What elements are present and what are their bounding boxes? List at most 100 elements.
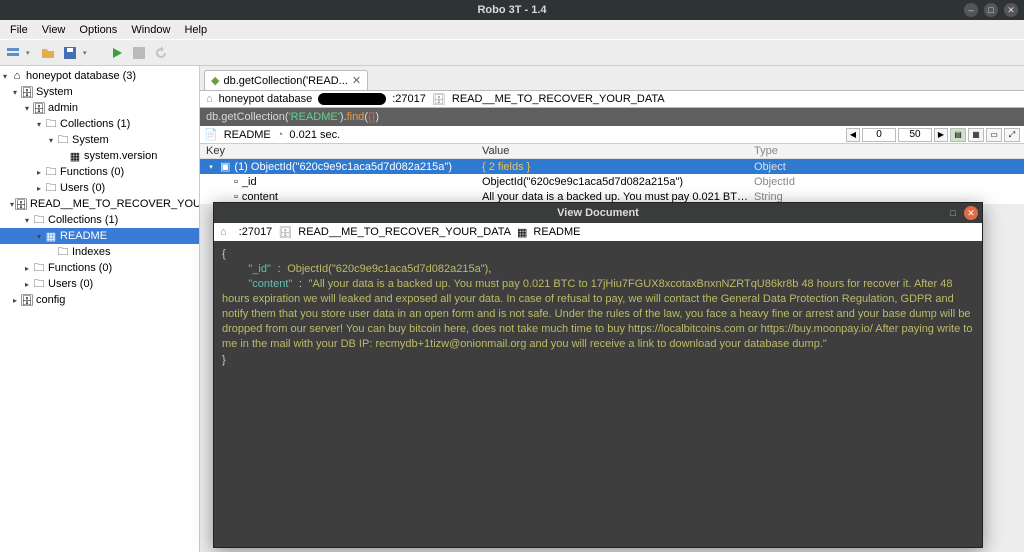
connect-dropdown-icon[interactable]: ▾ — [26, 49, 35, 57]
tree-node[interactable]: ▸🗀Functions (0) — [0, 260, 199, 276]
server-icon: ⌂ — [220, 226, 227, 238]
view-document-window[interactable]: View Document □ ✕ ⌂ :27017 🗄 READ__ME_TO… — [213, 202, 983, 548]
query-bar[interactable]: db.getCollection('README').find({}) — [200, 108, 1024, 126]
query-close: ) — [375, 111, 379, 123]
stop-icon[interactable] — [130, 44, 148, 62]
tree-node[interactable]: ▾🗄System — [0, 84, 199, 100]
row-type: String — [750, 191, 1024, 203]
folder-icon: 🗀 — [32, 275, 46, 294]
tree-node[interactable]: ▾🗄admin — [0, 100, 199, 116]
run-icon[interactable] — [108, 44, 126, 62]
expander-icon[interactable]: ▾ — [46, 136, 56, 145]
row-value: { 2 fields } — [478, 161, 750, 173]
menu-help[interactable]: Help — [178, 22, 213, 38]
tree-node[interactable]: ▸🗀Users (0) — [0, 276, 199, 292]
server-icon: ⌂ — [10, 70, 24, 82]
expander-icon[interactable]: ▾ — [34, 120, 44, 129]
tree-node[interactable]: ▾🗀Collections (1) — [0, 212, 199, 228]
tree-node[interactable]: ▦system.version — [0, 148, 199, 164]
tree-node[interactable]: ▾🗀System — [0, 132, 199, 148]
connection-tree[interactable]: ▾⌂honeypot database (3)▾🗄System▾🗄admin▾🗀… — [0, 66, 200, 552]
tab-close-icon[interactable]: ✕ — [352, 74, 361, 87]
grid-row-id[interactable]: ▫_id ObjectId("620c9e9c1aca5d7d082a215a"… — [200, 174, 1024, 189]
save-icon[interactable] — [61, 44, 79, 62]
breadcrumb-collection: READ__ME_TO_RECOVER_YOUR_DATA — [452, 93, 665, 105]
coll-icon: ▦ — [68, 150, 82, 163]
breadcrumb-port: :27017 — [392, 93, 426, 105]
grid-row-document[interactable]: ▾▣(1) ObjectId("620c9e9c1aca5d7d082a215a… — [200, 159, 1024, 174]
expander-icon[interactable]: ▾ — [22, 104, 32, 113]
tree-label: honeypot database (3) — [24, 70, 136, 82]
tree-node[interactable]: ▾🗀Collections (1) — [0, 116, 199, 132]
expander-icon[interactable]: ▸ — [34, 168, 44, 177]
tab-strip: ◆ db.getCollection('READ... ✕ — [200, 66, 1024, 90]
page-from-input[interactable] — [862, 128, 896, 142]
minimize-button[interactable]: – — [964, 3, 978, 17]
window-controls: – □ ✕ — [964, 3, 1024, 17]
menu-view[interactable]: View — [36, 22, 72, 38]
save-dropdown-icon[interactable]: ▾ — [83, 49, 92, 57]
expander-icon[interactable]: ▾ — [34, 232, 44, 241]
row-type: ObjectId — [750, 176, 1024, 188]
row-key: content — [242, 191, 278, 203]
view-table-button[interactable]: ▦ — [968, 128, 984, 142]
tree-node[interactable]: ▸🗄config — [0, 292, 199, 308]
query-arg: 'README' — [289, 111, 340, 123]
tree-label: Indexes — [70, 246, 111, 258]
query-obj: {} — [368, 111, 375, 123]
expander-icon[interactable]: ▸ — [34, 184, 44, 193]
field-icon: ▫ — [234, 191, 238, 203]
view-expand-button[interactable]: ⤢ — [1004, 128, 1020, 142]
view-text-button[interactable]: ▭ — [986, 128, 1002, 142]
expander-icon[interactable]: ▾ — [22, 216, 32, 225]
content-area: ◆ db.getCollection('READ... ✕ ⌂ honeypot… — [200, 66, 1024, 552]
page-next-button[interactable]: ▶ — [934, 128, 948, 142]
folder-icon: 🗀 — [56, 131, 70, 150]
grid-header-value: Value — [478, 145, 750, 157]
menu-options[interactable]: Options — [73, 22, 123, 38]
menubar: File View Options Window Help — [0, 20, 1024, 40]
page-size-input[interactable] — [898, 128, 932, 142]
menu-window[interactable]: Window — [125, 22, 176, 38]
result-collection: README — [224, 129, 271, 141]
view-document-titlebar[interactable]: View Document □ ✕ — [214, 203, 982, 223]
folder-icon: 🗀 — [44, 179, 58, 198]
tree-node[interactable]: ▾▦README — [0, 228, 199, 244]
vd-coll: README — [533, 226, 580, 238]
tree-label: System — [70, 134, 109, 146]
vd-maximize-button[interactable]: □ — [946, 206, 960, 220]
result-time: 0.021 sec. — [289, 129, 340, 141]
tab-query[interactable]: ◆ db.getCollection('READ... ✕ — [204, 70, 368, 90]
tree-node[interactable]: ▸🗀Users (0) — [0, 180, 199, 196]
close-button[interactable]: ✕ — [1004, 3, 1018, 17]
connect-icon[interactable] — [4, 44, 22, 62]
tree-node[interactable]: ▾🗄READ__ME_TO_RECOVER_YOUR_DATA — [0, 196, 199, 212]
tree-node[interactable]: ▸🗀Functions (0) — [0, 164, 199, 180]
doc-icon: 📄 — [204, 128, 218, 141]
tree-node[interactable]: 🗀Indexes — [0, 244, 199, 260]
vd-close-button[interactable]: ✕ — [964, 206, 978, 220]
breadcrumb-db: honeypot database — [219, 93, 313, 105]
view-document-title: View Document — [557, 207, 639, 219]
rotate-icon[interactable] — [152, 44, 170, 62]
expander-icon[interactable]: ▸ — [22, 264, 32, 273]
view-tree-button[interactable]: ▤ — [950, 128, 966, 142]
folder-icon: 🗀 — [56, 243, 70, 262]
view-document-body[interactable]: { "_id" : ObjectId("620c9e9c1aca5d7d082a… — [214, 241, 982, 547]
open-icon[interactable] — [39, 44, 57, 62]
leaf-icon: ◆ — [211, 74, 219, 87]
window-title: Robo 3T - 1.4 — [477, 4, 546, 16]
tree-label: admin — [46, 102, 78, 114]
menu-file[interactable]: File — [4, 22, 34, 38]
tree-node[interactable]: ▾⌂honeypot database (3) — [0, 68, 199, 84]
expander-icon[interactable]: ▸ — [10, 296, 20, 305]
maximize-button[interactable]: □ — [984, 3, 998, 17]
tree-label: Functions (0) — [58, 166, 124, 178]
breadcrumb: ⌂ honeypot database :27017 🗄 READ__ME_TO… — [200, 90, 1024, 108]
expander-icon[interactable]: ▸ — [22, 280, 32, 289]
expand-icon[interactable]: ▾ — [206, 163, 216, 171]
page-prev-button[interactable]: ◀ — [846, 128, 860, 142]
expander-icon[interactable]: ▾ — [10, 88, 20, 97]
expander-icon[interactable]: ▾ — [0, 72, 10, 81]
view-document-breadcrumb: ⌂ :27017 🗄 READ__ME_TO_RECOVER_YOUR_DATA… — [214, 223, 982, 241]
